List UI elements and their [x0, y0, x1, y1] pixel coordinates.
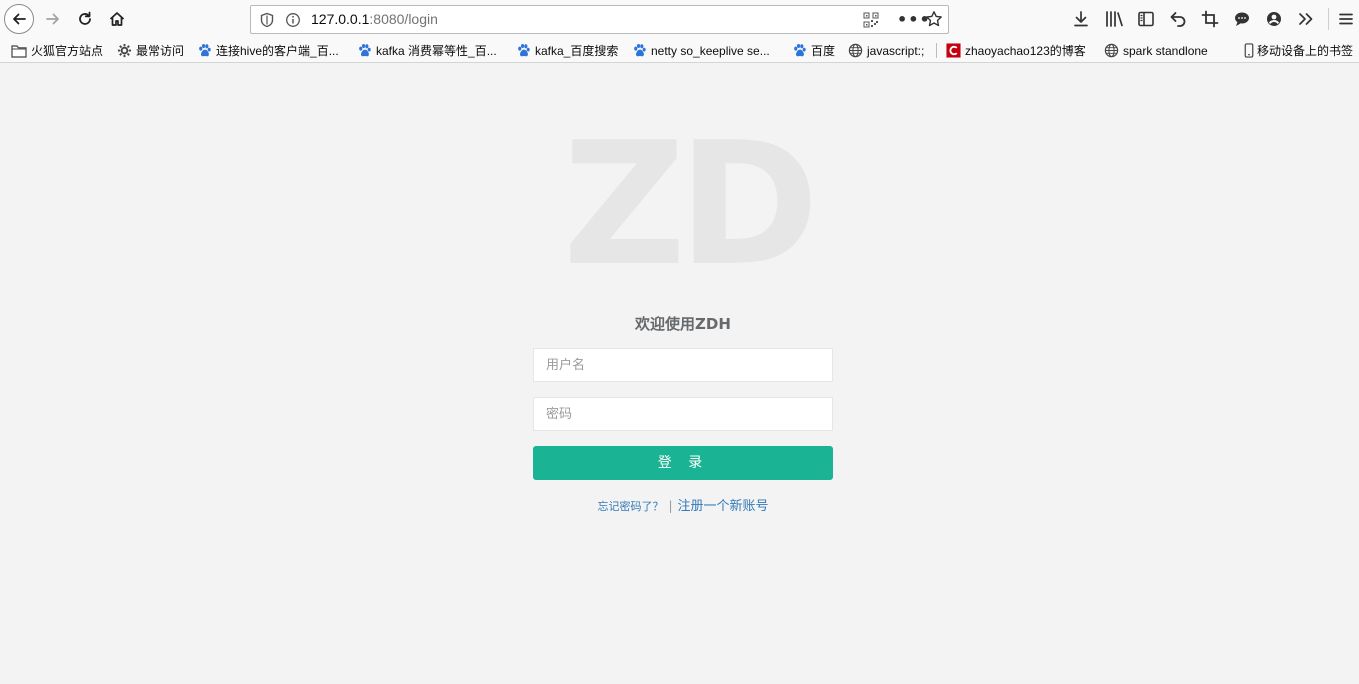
bookmark-item[interactable]: zhaoyachao123的博客 [945, 41, 1086, 60]
bookmark-label: 移动设备上的书签 [1257, 44, 1354, 58]
gear-icon [116, 43, 132, 59]
bookmark-item[interactable]: 火狐官方站点 [11, 41, 103, 60]
bookmark-label: 火狐官方站点 [31, 44, 104, 58]
login-button[interactable]: 登 录 [533, 446, 833, 480]
folder-icon [11, 43, 27, 59]
browser-toolbar: 127.0.0.1:8080/login ••• [0, 0, 1359, 38]
crop-screenshot-icon[interactable] [1200, 9, 1220, 29]
bookmark-label: spark standlone [1123, 43, 1208, 58]
bookmark-label: netty so_keeplive se... [651, 43, 770, 58]
overflow-chevrons-icon[interactable] [1296, 9, 1316, 29]
address-bar[interactable]: 127.0.0.1:8080/login ••• [250, 5, 949, 34]
url-text[interactable]: 127.0.0.1:8080/login [311, 11, 438, 27]
url-host: 127.0.0.1 [311, 11, 370, 27]
sidebar-icon[interactable] [1136, 9, 1156, 29]
bookmark-item[interactable]: kafka 消费幂等性_百... [356, 41, 497, 60]
mobile-icon [1243, 43, 1254, 59]
bookmark-label: 连接hive的客户端_百... [216, 44, 339, 58]
bookmark-item[interactable]: 连接hive的客户端_百... [196, 41, 339, 60]
username-input[interactable] [533, 348, 833, 382]
baidu-paw-icon [515, 43, 531, 59]
forward-button[interactable] [38, 4, 68, 34]
forward-arrow-icon [44, 10, 62, 28]
bookmark-item[interactable]: spark standlone [1103, 41, 1208, 60]
bookmark-item[interactable]: javascript:; [847, 41, 924, 60]
baidu-paw-icon [196, 43, 212, 59]
zd-logo: ZD [562, 106, 819, 304]
forgot-password-link[interactable]: 忘记密码了？ [597, 500, 663, 513]
library-icon[interactable] [1104, 9, 1124, 29]
back-arrow-icon [10, 10, 28, 28]
bookmark-label: 百度 [811, 44, 836, 58]
bookmark-item[interactable]: 移动设备上的书签 [1243, 41, 1353, 60]
auth-links: 忘记密码了？ | 注册一个新账号 [533, 495, 833, 514]
bookmark-label: 最常访问 [136, 44, 185, 58]
reload-icon [76, 10, 94, 28]
home-icon [108, 10, 126, 28]
site-info-icon[interactable] [285, 12, 301, 32]
bookmark-star-icon[interactable] [925, 10, 943, 32]
bookmark-label: javascript:; [867, 43, 925, 58]
bookmarks-toolbar: 火狐官方站点 最常访问 连接hive的客户端_百... kafka 消费幂等性_… [0, 38, 1359, 63]
bookmark-label: kafka_百度搜索 [535, 44, 619, 58]
password-input[interactable] [533, 397, 833, 431]
account-icon[interactable] [1264, 9, 1284, 29]
hamburger-menu-icon[interactable] [1336, 9, 1356, 29]
csdn-icon [945, 43, 961, 59]
baidu-paw-icon [791, 43, 807, 59]
bookmarks-divider [936, 43, 937, 58]
baidu-paw-icon [631, 43, 647, 59]
bookmark-label: zhaoyachao123的博客 [965, 44, 1086, 58]
bookmark-item[interactable]: 百度 [791, 41, 835, 60]
register-link[interactable]: 注册一个新账号 [678, 499, 769, 514]
bookmark-item[interactable]: netty so_keeplive se... [631, 41, 770, 60]
undo-icon[interactable] [1168, 9, 1188, 29]
url-path: :8080/login [369, 11, 438, 27]
toolbar-divider [1328, 8, 1329, 30]
chat-bubble-icon[interactable] [1232, 9, 1252, 29]
tracking-shield-icon[interactable] [259, 12, 275, 32]
home-button[interactable] [102, 4, 132, 34]
back-button[interactable] [4, 4, 34, 34]
welcome-heading: 欢迎使用ZDH [635, 315, 731, 333]
baidu-paw-icon [356, 43, 372, 59]
bookmark-item[interactable]: 最常访问 [116, 41, 184, 60]
qr-code-icon[interactable] [863, 12, 879, 32]
bookmark-label: kafka 消费幂等性_百... [376, 44, 497, 58]
globe-icon [847, 43, 863, 59]
download-icon[interactable] [1071, 9, 1091, 29]
globe-icon [1103, 43, 1119, 59]
bookmark-item[interactable]: kafka_百度搜索 [515, 41, 618, 60]
link-separator: | [668, 499, 673, 513]
reload-button[interactable] [70, 4, 100, 34]
